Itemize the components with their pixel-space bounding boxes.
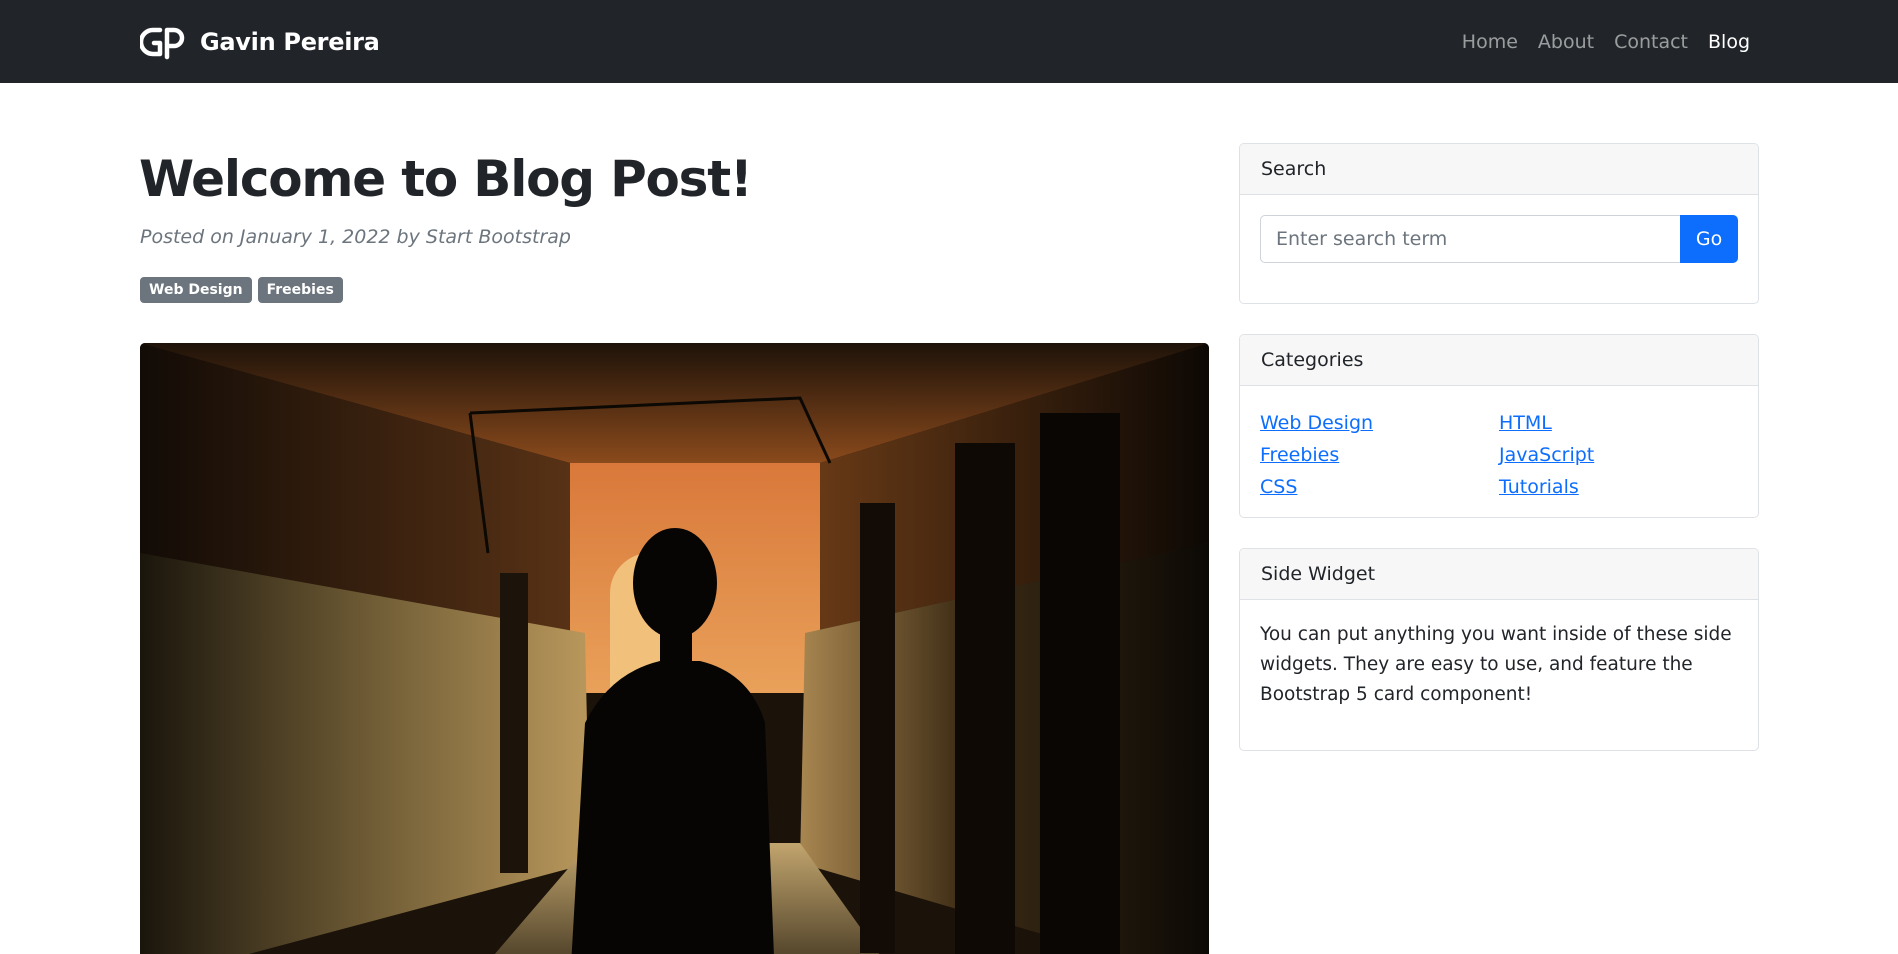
- nav-link-contact[interactable]: Contact: [1614, 28, 1688, 56]
- hallway-photo: [140, 343, 1209, 954]
- side-widget-card: Side Widget You can put anything you wan…: [1239, 548, 1759, 751]
- side-widget-text: You can put anything you want inside of …: [1260, 624, 1732, 705]
- navbar: Gavin Pereira Home About Contact Blog: [0, 0, 1898, 83]
- tag-badge-freebies[interactable]: Freebies: [257, 277, 343, 303]
- gp-logo-icon: [140, 27, 185, 60]
- search-card: Search Go: [1239, 143, 1759, 304]
- categories-card: Categories Web Design Freebies CSS HTML …: [1239, 334, 1759, 518]
- nav-link-blog[interactable]: Blog: [1708, 28, 1750, 56]
- search-group: Go: [1260, 215, 1738, 263]
- categories-card-header: Categories: [1240, 335, 1758, 386]
- nav-link-home[interactable]: Home: [1462, 28, 1518, 56]
- search-card-header: Search: [1240, 144, 1758, 195]
- category-link-html[interactable]: HTML: [1499, 412, 1552, 434]
- nav-links: Home About Contact Blog: [1442, 28, 1750, 56]
- category-link-web-design[interactable]: Web Design: [1260, 412, 1373, 434]
- search-input[interactable]: [1260, 215, 1681, 263]
- post-meta: Posted on January 1, 2022 by Start Boots…: [140, 226, 571, 248]
- category-link-css[interactable]: CSS: [1260, 476, 1297, 498]
- post-tags: Web Design Freebies: [140, 277, 349, 303]
- categories-left-list: Web Design Freebies CSS: [1260, 408, 1499, 504]
- brand-link[interactable]: Gavin Pereira: [140, 24, 380, 60]
- category-link-tutorials[interactable]: Tutorials: [1499, 476, 1579, 498]
- post-title: Welcome to Blog Post!: [139, 150, 753, 208]
- category-link-freebies[interactable]: Freebies: [1260, 444, 1339, 466]
- categories-right-list: HTML JavaScript Tutorials: [1499, 408, 1738, 504]
- nav-link-about[interactable]: About: [1538, 28, 1594, 56]
- brand-name: Gavin Pereira: [200, 28, 380, 56]
- go-button[interactable]: Go: [1680, 215, 1738, 263]
- tag-badge-web-design[interactable]: Web Design: [140, 277, 252, 303]
- category-link-javascript[interactable]: JavaScript: [1499, 444, 1594, 466]
- post-image: [140, 343, 1209, 954]
- side-widget-header: Side Widget: [1240, 549, 1758, 600]
